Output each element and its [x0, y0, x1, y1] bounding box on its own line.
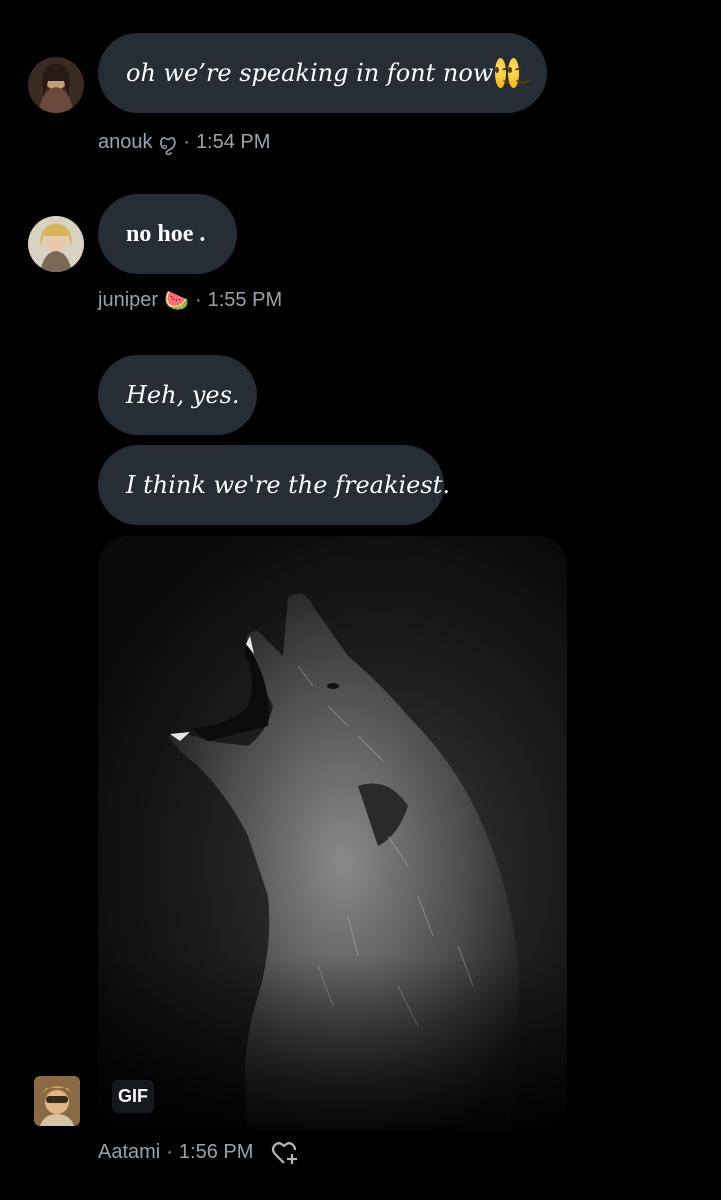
avatar-juniper[interactable]: [28, 216, 84, 272]
message-meta: juniper 🍉 · 1:55 PM: [98, 288, 282, 313]
avatar-aatami[interactable]: [34, 1076, 80, 1126]
timestamp: 1:55 PM: [207, 289, 283, 311]
gif-media[interactable]: [98, 536, 567, 1130]
message-text: oh we’re speaking in font now: [126, 59, 494, 87]
message-text: I think we're the freakiest.: [126, 471, 450, 499]
timestamp: 1:56 PM: [178, 1141, 254, 1163]
message-bubble[interactable]: oh we’re speaking in font now: [98, 33, 547, 113]
message-bubble[interactable]: Heh, yes.: [98, 355, 257, 435]
message-bubble[interactable]: I think we're the freakiest.: [98, 445, 450, 525]
avatar-anouk[interactable]: [28, 57, 84, 113]
author-name[interactable]: anouk: [98, 131, 153, 154]
separator: ·: [166, 1141, 173, 1163]
author-name[interactable]: juniper: [98, 289, 158, 312]
author-suffix: ꨄ: [158, 132, 178, 154]
gif-badge: GIF: [112, 1080, 154, 1113]
message-bubble[interactable]: no hoe .: [98, 194, 237, 274]
message-text: no hoe .: [126, 220, 206, 247]
howling-wolf-image: [98, 593, 567, 1130]
timestamp: 1:54 PM: [195, 131, 271, 153]
watermelon-emoji: 🍉: [164, 290, 189, 312]
author-name[interactable]: Aatami: [98, 1141, 160, 1164]
message-meta: Aatami · 1:56 PM: [98, 1141, 253, 1164]
message-text: Heh, yes.: [126, 381, 240, 409]
separator: ·: [194, 289, 202, 311]
wink-emoji-icon: [507, 58, 531, 88]
wink-emoji-icon: [495, 58, 518, 88]
separator: ·: [183, 131, 190, 153]
heart-plus-icon[interactable]: [270, 1138, 300, 1168]
message-meta: anouk ꨄ · 1:54 PM: [98, 128, 270, 157]
